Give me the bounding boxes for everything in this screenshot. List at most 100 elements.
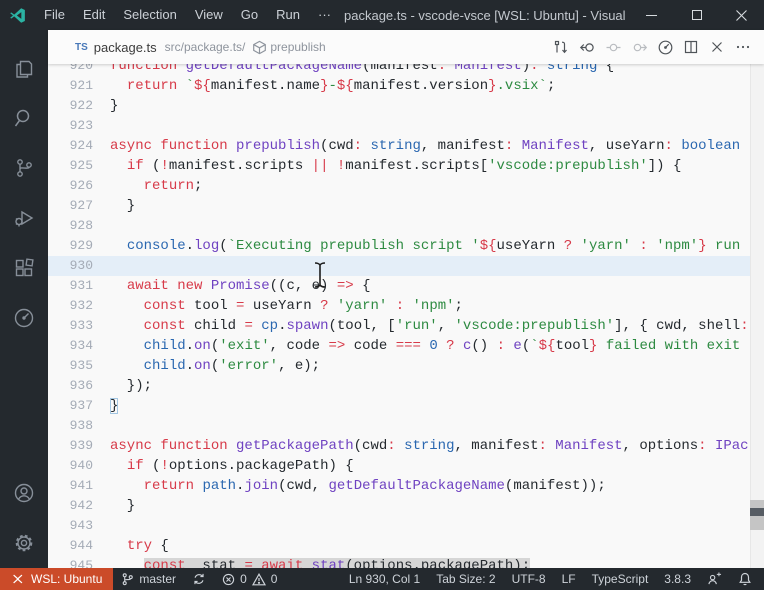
code-line-941[interactable]: 941 return path.join(cwd, getDefaultPack… bbox=[48, 476, 764, 496]
split-editor-icon[interactable] bbox=[678, 34, 704, 60]
language-label: TypeScript bbox=[592, 572, 649, 586]
notifications-button[interactable] bbox=[730, 568, 760, 590]
more-actions-icon[interactable] bbox=[730, 34, 756, 60]
line-content: }); bbox=[110, 376, 764, 396]
code-line-943[interactable]: 943 bbox=[48, 516, 764, 536]
menu-view[interactable]: View bbox=[186, 0, 232, 30]
breadcrumb-filename[interactable]: package.ts bbox=[94, 40, 157, 55]
menu-file[interactable]: File bbox=[35, 0, 74, 30]
code-line-931[interactable]: 931 await new Promise((c, e) => { bbox=[48, 276, 764, 296]
line-content: } bbox=[110, 196, 764, 216]
remote-indicator[interactable]: WSL: Ubuntu bbox=[0, 568, 113, 590]
language-mode[interactable]: TypeScript bbox=[584, 568, 657, 590]
line-number: 934 bbox=[48, 336, 110, 356]
code-line-935[interactable]: 935 child.on('error', e); bbox=[48, 356, 764, 376]
scrollbar-track[interactable] bbox=[750, 64, 764, 568]
vscode-logo-icon bbox=[9, 7, 26, 24]
code-line-926[interactable]: 926 return; bbox=[48, 176, 764, 196]
timer-icon[interactable] bbox=[0, 293, 48, 343]
menu-run[interactable]: Run bbox=[267, 0, 309, 30]
remote-icon bbox=[11, 572, 25, 586]
sync-changes-button[interactable] bbox=[184, 568, 214, 590]
source-control-icon[interactable] bbox=[0, 143, 48, 193]
line-number: 923 bbox=[48, 116, 110, 136]
code-line-939[interactable]: 939async function getPackagePath(cwd: st… bbox=[48, 436, 764, 456]
eol-label: LF bbox=[562, 572, 576, 586]
line-number: 945 bbox=[48, 556, 110, 568]
typescript-file-icon: TS bbox=[75, 42, 88, 53]
extensions-icon[interactable] bbox=[0, 243, 48, 293]
menu-edit[interactable]: Edit bbox=[74, 0, 114, 30]
indentation-setting[interactable]: Tab Size: 2 bbox=[428, 568, 503, 590]
encoding-label: UTF-8 bbox=[512, 572, 546, 586]
git-branch-item[interactable]: master bbox=[113, 568, 184, 590]
line-content: async function prepublish(cwd: string, m… bbox=[110, 136, 764, 156]
explorer-icon[interactable] bbox=[0, 43, 48, 93]
problems-indicator[interactable]: 0 0 bbox=[214, 568, 285, 590]
breadcrumb-path[interactable]: src/package.ts/ bbox=[165, 40, 246, 54]
code-line-920[interactable]: 920function getDefaultPackageName(manife… bbox=[48, 64, 764, 76]
code-line-928[interactable]: 928 bbox=[48, 216, 764, 236]
accounts-icon[interactable] bbox=[0, 468, 48, 518]
feedback-button[interactable] bbox=[699, 568, 730, 590]
code-line-938[interactable]: 938 bbox=[48, 416, 764, 436]
mouse-ibeam-cursor bbox=[313, 261, 327, 289]
code-line-929[interactable]: 929 console.log(`Executing prepublish sc… bbox=[48, 236, 764, 256]
code-line-936[interactable]: 936 }); bbox=[48, 376, 764, 396]
code-line-923[interactable]: 923 bbox=[48, 116, 764, 136]
menu-overflow[interactable]: ··· bbox=[309, 0, 340, 30]
compare-changes-icon[interactable] bbox=[548, 34, 574, 60]
line-content: } bbox=[110, 496, 764, 516]
typescript-version[interactable]: 3.8.3 bbox=[656, 568, 699, 590]
code-editor[interactable]: 920function getDefaultPackageName(manife… bbox=[48, 64, 764, 568]
open-previous-revision-icon[interactable] bbox=[574, 34, 600, 60]
code-line-930[interactable]: 930 bbox=[48, 256, 764, 276]
close-icon bbox=[736, 10, 747, 21]
run-debug-icon[interactable] bbox=[0, 193, 48, 243]
ts-version-label: 3.8.3 bbox=[664, 572, 691, 586]
line-number: 926 bbox=[48, 176, 110, 196]
maximize-button[interactable] bbox=[674, 0, 719, 30]
code-line-924[interactable]: 924async function prepublish(cwd: string… bbox=[48, 136, 764, 156]
cursor-position[interactable]: Ln 930, Col 1 bbox=[341, 568, 428, 590]
tab-size-label: Tab Size: 2 bbox=[436, 572, 495, 586]
previous-change-icon[interactable] bbox=[600, 34, 626, 60]
maximize-icon bbox=[692, 10, 702, 20]
code-line-934[interactable]: 934 child.on('exit', code => code === 0 … bbox=[48, 336, 764, 356]
code-line-945[interactable]: 945 const _stat = await stat(options.pac… bbox=[48, 556, 764, 568]
line-number: 930 bbox=[48, 256, 110, 276]
next-change-icon[interactable] bbox=[626, 34, 652, 60]
code-line-944[interactable]: 944 try { bbox=[48, 536, 764, 556]
breadcrumb-symbol[interactable]: prepublish bbox=[270, 40, 325, 54]
line-col-label: Ln 930, Col 1 bbox=[349, 572, 420, 586]
line-number: 932 bbox=[48, 296, 110, 316]
close-window-button[interactable] bbox=[719, 0, 764, 30]
line-number: 921 bbox=[48, 76, 110, 96]
menu-selection[interactable]: Selection bbox=[114, 0, 185, 30]
eol-setting[interactable]: LF bbox=[554, 568, 584, 590]
line-number: 920 bbox=[48, 64, 110, 76]
line-number: 931 bbox=[48, 276, 110, 296]
line-number: 940 bbox=[48, 456, 110, 476]
code-line-940[interactable]: 940 if (!options.packagePath) { bbox=[48, 456, 764, 476]
minimize-button[interactable] bbox=[629, 0, 674, 30]
code-line-933[interactable]: 933 const child = cp.spawn(tool, ['run',… bbox=[48, 316, 764, 336]
code-line-922[interactable]: 922} bbox=[48, 96, 764, 116]
timer-run-icon[interactable] bbox=[652, 34, 678, 60]
settings-gear-icon[interactable] bbox=[0, 518, 48, 568]
code-line-925[interactable]: 925 if (!manifest.scripts || !manifest.s… bbox=[48, 156, 764, 176]
line-content bbox=[110, 516, 764, 536]
code-line-942[interactable]: 942 } bbox=[48, 496, 764, 516]
line-number: 933 bbox=[48, 316, 110, 336]
code-line-921[interactable]: 921 return `${manifest.name}-${manifest.… bbox=[48, 76, 764, 96]
menu-go[interactable]: Go bbox=[232, 0, 267, 30]
code-line-937[interactable]: 937} bbox=[48, 396, 764, 416]
code-line-927[interactable]: 927 } bbox=[48, 196, 764, 216]
line-content: return; bbox=[110, 176, 764, 196]
search-icon[interactable] bbox=[0, 93, 48, 143]
status-bar: WSL: Ubuntu master 0 0 Ln 930, Col 1 Tab… bbox=[0, 568, 764, 590]
code-line-932[interactable]: 932 const tool = useYarn ? 'yarn' : 'npm… bbox=[48, 296, 764, 316]
encoding-setting[interactable]: UTF-8 bbox=[504, 568, 554, 590]
close-editor-icon[interactable] bbox=[704, 34, 730, 60]
line-content: if (!manifest.scripts || !manifest.scrip… bbox=[110, 156, 764, 176]
